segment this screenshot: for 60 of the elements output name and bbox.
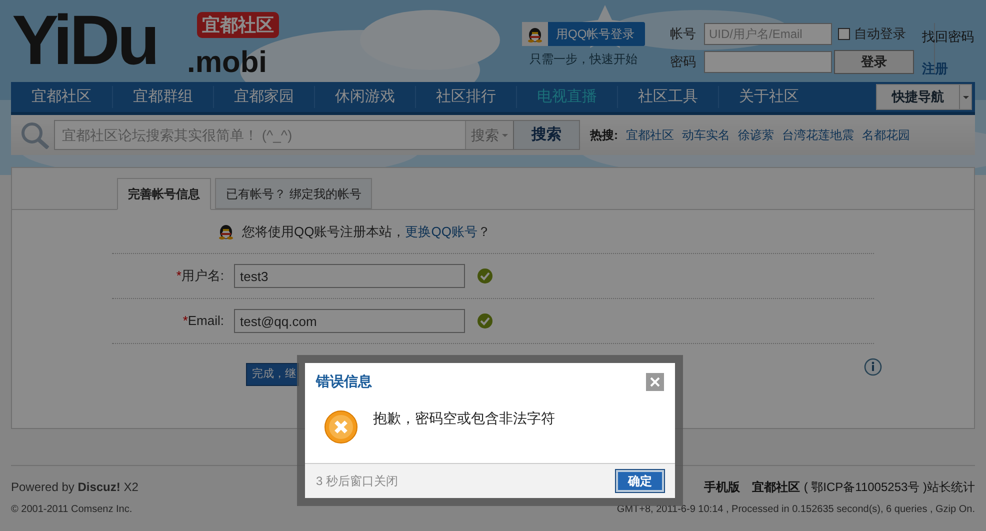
field-label: Email: [188,312,224,330]
close-icon [650,376,660,386]
stats-text: GMT+8, 2011-6-9 10:14 , Processed in 0.152635 second(s), 6 queries , Gzip On. [616,503,975,517]
dialog-title: 错误信息 [316,372,372,391]
field-label: 用户名: [181,267,224,286]
nav-item[interactable]: 宜都家园 [213,86,314,108]
field-label: 密码 [670,53,697,72]
powered-by-text: Powered by Discuz! X2 [11,479,138,496]
footer-link[interactable]: 站长统计 [927,478,975,496]
search-button[interactable]: 搜索 [513,121,579,149]
ok-button[interactable]: 确定 [616,470,664,492]
text-field[interactable]: test@qq.com [234,309,465,333]
qq-login-button[interactable]: 用QQ帐号登录 [522,22,645,46]
required-mark: * [176,267,182,286]
notice-text: 您将使用QQ账号注册本站，更换QQ账号？ [242,222,490,241]
header-link[interactable]: 注册 [922,58,974,78]
logo-badge: 宜都社区 [197,12,279,38]
hot-search-link[interactable]: 台湾花莲地震 [782,126,854,144]
quick-nav-button[interactable]: 快捷导航 [876,84,972,110]
copyright-text: © 2001-2011 Comsenz Inc. [11,503,134,517]
hot-search-link[interactable]: 徐谚萦 [738,126,774,144]
tab[interactable]: 完善帐号信息 [117,178,211,210]
search-type-select[interactable]: 搜索 [465,121,513,149]
change-account-link[interactable]: 更换QQ账号 [405,224,478,239]
logo-text: YiDu [12,8,157,72]
hot-label: 热搜: [590,127,618,144]
required-mark: * [182,312,188,330]
hot-search-link[interactable]: 动车实名 [682,126,730,144]
hot-search-link[interactable]: 名都花园 [862,126,910,144]
icp-text: ( 鄂ICP备11005253号 ) [804,479,927,496]
footer-link[interactable]: 宜都社区 [752,478,800,496]
logo-suffix: .mobi [187,45,267,81]
nav-item[interactable]: 电视直播 [516,86,617,108]
error-icon [324,410,358,444]
close-button[interactable] [646,372,664,390]
nav-item[interactable]: 社区工具 [617,86,718,108]
nav-item[interactable]: 社区排行 [415,86,516,108]
penguin-icon [218,223,234,240]
countdown-text: 3 秒后窗口关闭 [316,473,398,490]
dialog-message: 抱歉，密码空或包含非法字符 [373,409,555,428]
qq-login-hint: 只需一步，快速开始 [529,51,638,68]
field-label: 帐号 [670,25,697,44]
footer-link[interactable]: 手机版 [704,478,740,496]
submit-button[interactable]: 完成，继 [246,362,299,386]
search-icon [19,121,49,149]
search-field[interactable]: 宜都社区论坛搜索其实很简单！ (^_^) 搜索 搜索 [54,120,580,150]
nav-item[interactable]: 休闲游戏 [314,86,415,108]
text-field[interactable]: test3 [234,264,465,288]
tab[interactable]: 已有帐号？ 绑定我的帐号 [215,178,372,209]
login-button[interactable]: 登录 [834,50,914,74]
penguin-icon [527,26,543,42]
password-field[interactable] [704,51,832,73]
info-icon [864,358,882,376]
caret-icon [502,134,508,136]
nav-item[interactable]: 关于社区 [718,86,819,108]
account-field[interactable]: UID/用户名/Email [704,23,832,45]
header-link[interactable]: 找回密码 [922,27,974,46]
nav-item[interactable]: 宜都群组 [112,86,213,108]
nav-item[interactable]: 宜都社区 [11,86,112,108]
hot-search-link[interactable]: 宜都社区 [626,126,674,144]
